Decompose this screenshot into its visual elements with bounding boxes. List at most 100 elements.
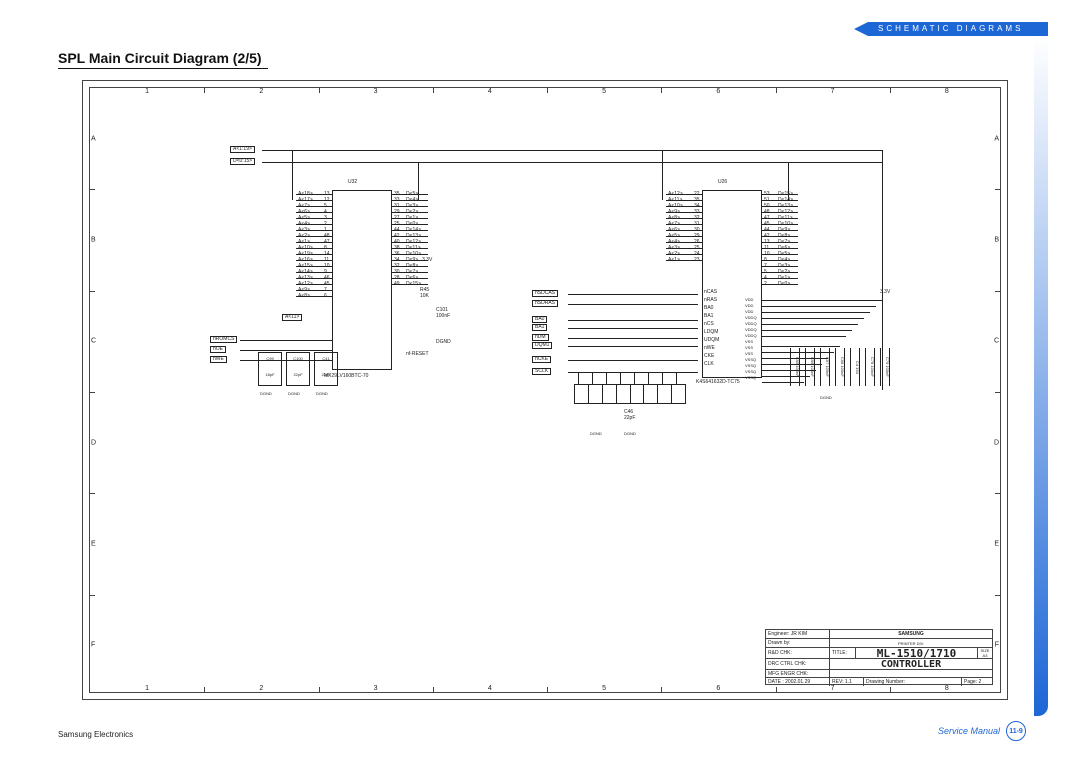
tb-page: 2 <box>978 679 981 685</box>
bus-addr-label: A<1:19> <box>230 146 255 153</box>
u26-ctrl-pin: nWE <box>704 346 715 351</box>
u26-ctrl-pin: UDQM <box>704 338 719 343</box>
wire <box>292 150 293 200</box>
voltage-3v3-right: 3.3V <box>880 290 890 295</box>
tb-proj1: PRINTER DIV. <box>898 641 924 646</box>
u26-pwr-pin: VDDQ <box>745 334 757 338</box>
wire <box>662 150 663 200</box>
u26-pin-num: 23 <box>694 258 700 263</box>
bus-data-label: D<0:15> <box>230 158 255 165</box>
u26-pwr-pin: VDD <box>745 298 753 302</box>
c101-val: 100nF <box>436 314 450 319</box>
side-stripe <box>1034 36 1048 716</box>
sig-nsdcas: nSDCAS <box>532 290 558 297</box>
grid-col-label: 5 <box>602 685 606 692</box>
wire <box>262 150 882 151</box>
u26-pwr-pin: VDDQ <box>745 328 757 332</box>
gnd-1: DGND <box>260 392 272 396</box>
u26-pwr-pin: VSS <box>745 340 753 344</box>
grid-row-label: C <box>994 338 999 345</box>
tb-drawn-lbl: Drawn by: <box>766 639 830 647</box>
u26-pwr-pin: VSSQ <box>745 370 756 374</box>
u26-ctrl-pin: nCS <box>704 322 714 327</box>
sig-dqm1: DQM1 <box>532 342 552 349</box>
grid-row-label: E <box>91 541 96 548</box>
c46-val: 22pF <box>624 416 635 421</box>
grid-row-label: B <box>91 237 96 244</box>
decouple-cap: C4 154 <box>850 348 860 386</box>
grid-col-label: 3 <box>374 88 378 95</box>
cap-c99: C99 18pF <box>258 352 282 386</box>
u26-pwr-pin: VDD <box>745 310 753 314</box>
u26-pin-right: D<0> <box>778 282 790 287</box>
grid-row-label: C <box>91 338 96 345</box>
tb-drc-lbl: DRC CTRL CHK: <box>766 659 830 669</box>
section-banner: SCHEMATIC DIAGRAMS <box>868 22 1048 36</box>
wire <box>262 162 882 163</box>
grid-row-label: F <box>995 642 999 649</box>
u32-pin-num-r: 49 <box>394 282 400 287</box>
grid-row-label: A <box>994 135 999 142</box>
sig-ncke: nCKE <box>532 356 551 363</box>
decouple-cap: C96 100nF <box>805 348 815 386</box>
u26-part: K4S641632D-TC75 <box>696 380 740 385</box>
grid-row-label: D <box>91 439 96 446</box>
grid-col-label: 1 <box>145 685 149 692</box>
grid-col-label: 4 <box>488 685 492 692</box>
gnd-2: DGND <box>288 392 300 396</box>
cap-c99-ref: C99 <box>259 357 281 361</box>
u26-pwr-pin: VDD <box>745 304 753 308</box>
u26-pin-left: A<1> <box>668 258 680 263</box>
decouple-cap: C79 100nF <box>880 348 890 386</box>
decouple-cap: C97 100nF <box>820 348 830 386</box>
schematic-canvas: A<1:19> D<0:15> U32 MX29LV160BTC-70 A<11… <box>100 140 890 480</box>
grid-col-label: 2 <box>259 88 263 95</box>
decouple-cap: C95 100nF <box>790 348 800 386</box>
sig-nwe: nWE <box>210 356 227 363</box>
u26-ctrl-pin: LDQM <box>704 330 718 335</box>
grid-col-label: 8 <box>945 88 949 95</box>
grid-col-label: 6 <box>716 88 720 95</box>
u32-pin-right: D<15> <box>406 282 421 287</box>
tb-company: SAMSUNG <box>830 630 992 638</box>
sig-nromcs: nROMCS <box>210 336 237 343</box>
grid-col-label: 4 <box>488 88 492 95</box>
footer-company: Samsung Electronics <box>58 730 133 739</box>
tb-rev: 1.1 <box>845 679 852 685</box>
bus-a11-label: A<11> <box>282 314 302 321</box>
sig-noe: nOE <box>210 346 226 353</box>
tb-date: 2002.01.29 <box>785 679 810 685</box>
wire <box>240 340 332 341</box>
cap-c100: C100 22pF <box>286 352 310 386</box>
u26-ctrl-pin: BA0 <box>704 306 713 311</box>
r45-val: 10K <box>420 294 429 299</box>
page-number-badge: 11-9 <box>1006 721 1026 741</box>
gnd-mid2: DGND <box>624 432 636 436</box>
cap-c100-ref: C100 <box>287 357 309 361</box>
sig-ba1: BA1 <box>532 324 547 331</box>
tb-title: ML-1510/1710 <box>856 648 978 658</box>
voltage-3v3-left: 3.3V <box>422 258 432 263</box>
tb-sub: CONTROLLER <box>830 659 992 669</box>
tb-date-lbl: DATE : <box>768 679 784 685</box>
u32-ref: U32 <box>348 180 357 185</box>
tb-rnd-lbl: R&D CHK: <box>766 648 830 658</box>
gnd-mid1: DGND <box>590 432 602 436</box>
grid-row-label: E <box>994 541 999 548</box>
wire <box>240 350 332 351</box>
grid-col-label: 5 <box>602 88 606 95</box>
u26-ctrl-pin: nRAS <box>704 298 717 303</box>
u32-pin-num: 6 <box>324 294 327 299</box>
cap-c99-val: 18pF <box>259 373 281 377</box>
tb-engineer-lbl: Engineer: <box>768 631 789 637</box>
sig-nsdras: nSDRAS <box>532 300 558 307</box>
u26-ctrl-pin: CLK <box>704 362 714 367</box>
u26-ctrl-pin: BA1 <box>704 314 713 319</box>
grid-col-label: 2 <box>259 685 263 692</box>
cap-c41: C41 22pF <box>314 352 338 386</box>
gnd-3: DGND <box>316 392 328 396</box>
grid-col-label: 6 <box>716 685 720 692</box>
rn-block <box>574 384 686 404</box>
u26-pwr-pin: VSS <box>745 352 753 356</box>
grid-col-label: 3 <box>374 685 378 692</box>
